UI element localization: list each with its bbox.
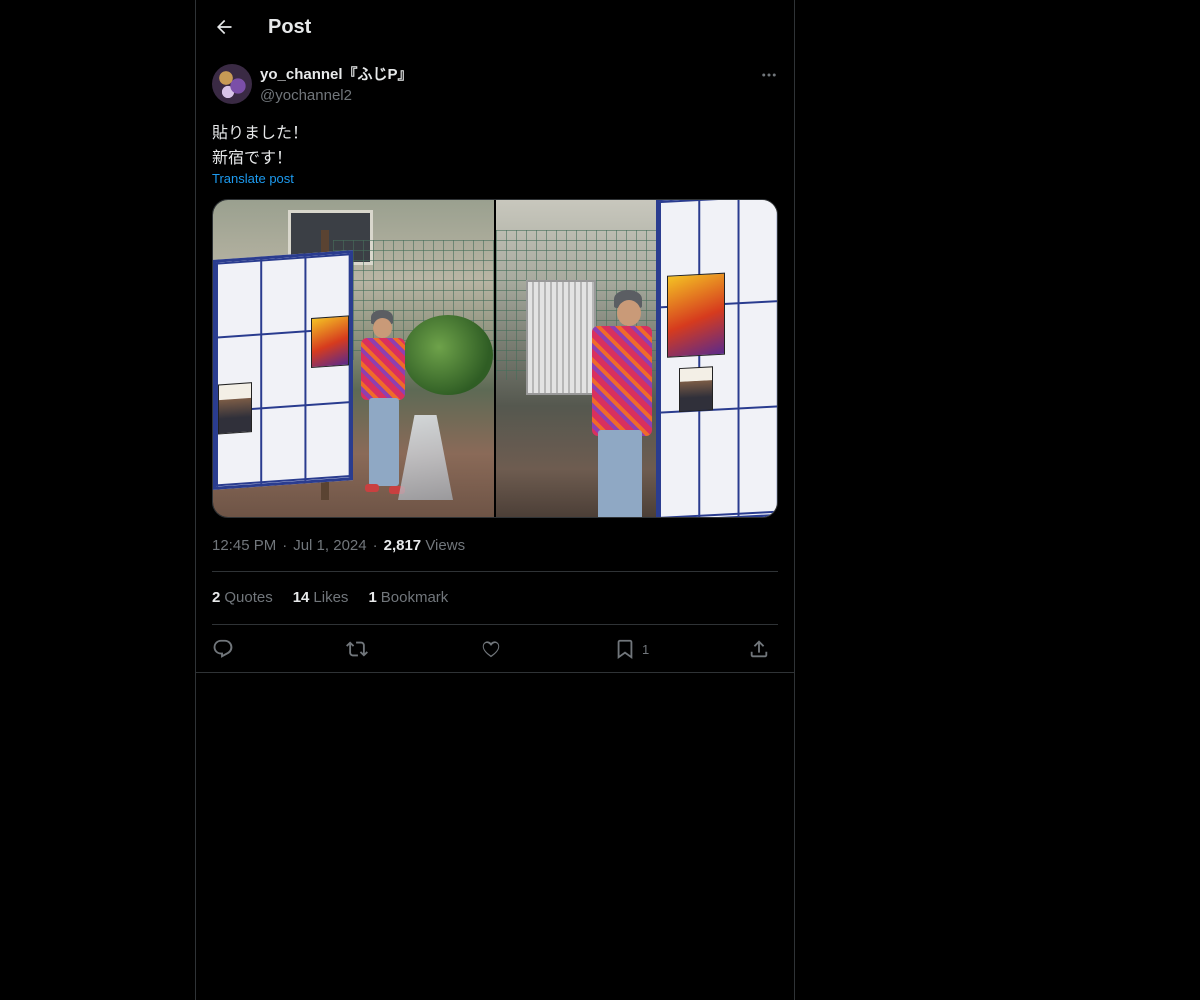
post-text: 貼りました！ 新宿です！ xyxy=(212,123,309,167)
post-bottom-border xyxy=(196,672,794,673)
back-button[interactable] xyxy=(208,11,240,43)
more-icon xyxy=(762,73,776,77)
bookmarks-count: 1 xyxy=(368,589,377,606)
candidate-poster xyxy=(679,366,713,413)
post-metadata: 12:45 PM · Jul 1, 2024 · 2,817 Views xyxy=(212,537,465,555)
quotes-label: Quotes xyxy=(224,589,273,606)
avatar[interactable] xyxy=(212,64,252,104)
post-time[interactable]: 12:45 PM xyxy=(212,537,276,554)
post-photo-2[interactable] xyxy=(496,200,777,517)
translate-post-link[interactable]: Translate post xyxy=(212,171,294,187)
views-label: Views xyxy=(425,537,466,554)
bookmark-action-count: 1 xyxy=(642,641,650,657)
like-button[interactable] xyxy=(480,636,502,662)
bookmarks-stat[interactable]: 1 Bookmark xyxy=(368,589,448,607)
reply-icon xyxy=(213,639,233,658)
post-photo-1[interactable] xyxy=(213,200,494,517)
back-arrow-icon xyxy=(217,19,232,35)
share-button[interactable] xyxy=(748,636,770,662)
author-handle[interactable]: @yochannel2 xyxy=(260,87,352,105)
bookmark-button[interactable]: 1 xyxy=(614,636,649,662)
bookmarks-label: Bookmark xyxy=(380,589,449,606)
post-media xyxy=(212,199,778,518)
poster-board xyxy=(656,200,777,517)
repost-icon xyxy=(346,641,368,657)
post-stats: 2 Quotes 14 Likes 1 Bookmark xyxy=(212,589,448,607)
likes-label: Likes xyxy=(313,589,349,606)
like-icon xyxy=(482,641,500,658)
divider xyxy=(212,571,778,572)
poster-board xyxy=(213,250,353,490)
campaign-poster xyxy=(667,272,725,358)
post-actions: 1 xyxy=(212,636,778,662)
page-title: Post xyxy=(268,16,312,38)
repost-button[interactable] xyxy=(346,636,368,662)
quotes-count: 2 xyxy=(212,589,221,606)
quotes-stat[interactable]: 2 Quotes xyxy=(212,589,273,607)
bookmark-icon xyxy=(617,639,633,660)
divider xyxy=(212,624,778,625)
person-figure xyxy=(586,290,666,517)
meta-separator: · xyxy=(282,537,288,554)
author-display-name[interactable]: yo_channel『ふじP』 xyxy=(260,66,413,84)
reply-button[interactable] xyxy=(212,636,234,662)
candidate-poster xyxy=(218,382,252,435)
post-date[interactable]: Jul 1, 2024 xyxy=(293,537,366,554)
post-header: Post xyxy=(196,0,794,54)
meta-separator: · xyxy=(372,537,378,554)
more-options-button[interactable] xyxy=(756,62,782,88)
likes-stat[interactable]: 14 Likes xyxy=(293,589,349,607)
primary-column: Post yo_channel『ふじP』 @yochannel2 貼りました！ … xyxy=(195,0,795,1000)
share-icon xyxy=(750,640,768,658)
likes-count: 14 xyxy=(292,589,310,606)
views-count: 2,817 xyxy=(383,537,422,554)
